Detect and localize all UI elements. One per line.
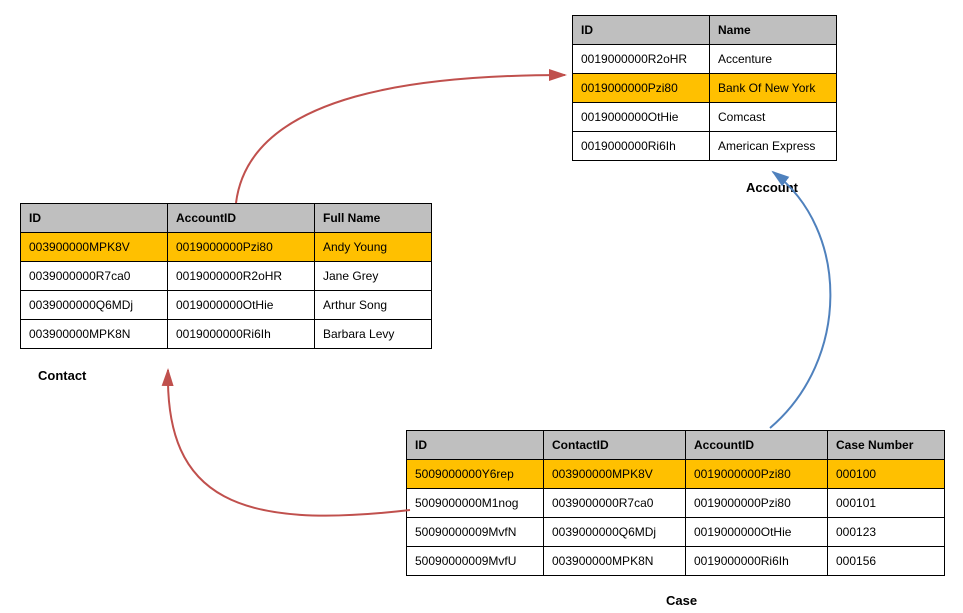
case-row: 5009000000Y6rep003900000MPK8V0019000000P… [407,460,945,489]
case-row: 50090000009MvfU003900000MPK8N0019000000R… [407,547,945,576]
account-row: 0019000000OtHieComcast [573,103,837,132]
contact-header-accountid: AccountID [168,204,315,233]
contact-row: 003900000MPK8N0019000000Ri6IhBarbara Lev… [21,320,432,349]
case-header-accountid: AccountID [686,431,828,460]
account-table: ID Name 0019000000R2oHRAccenture00190000… [572,15,837,161]
account-row: 0019000000R2oHRAccenture [573,45,837,74]
contact-cell: 0019000000Pzi80 [168,233,315,262]
case-cell: 0019000000Ri6Ih [686,547,828,576]
case-cell: 5009000000Y6rep [407,460,544,489]
case-cell: 0039000000R7ca0 [544,489,686,518]
case-row: 5009000000M1nog0039000000R7ca00019000000… [407,489,945,518]
case-table: ID ContactID AccountID Case Number 50090… [406,430,945,576]
account-row: 0019000000Ri6IhAmerican Express [573,132,837,161]
case-cell: 50090000009MvfN [407,518,544,547]
contact-header-id: ID [21,204,168,233]
case-cell: 000101 [828,489,945,518]
account-cell: American Express [710,132,837,161]
case-cell: 0019000000Pzi80 [686,460,828,489]
contact-cell: 0019000000Ri6Ih [168,320,315,349]
account-cell: 0019000000Pzi80 [573,74,710,103]
case-header-contactid: ContactID [544,431,686,460]
contact-cell: 0039000000R7ca0 [21,262,168,291]
case-cell: 0019000000OtHie [686,518,828,547]
case-cell: 000123 [828,518,945,547]
contact-cell: 003900000MPK8V [21,233,168,262]
case-label: Case [666,593,697,608]
contact-cell: 0019000000R2oHR [168,262,315,291]
account-row: 0019000000Pzi80Bank Of New York [573,74,837,103]
case-cell: 0039000000Q6MDj [544,518,686,547]
arrow-case-to-contact [168,370,410,516]
contact-row: 0039000000Q6MDj0019000000OtHieArthur Son… [21,291,432,320]
account-cell: Bank Of New York [710,74,837,103]
account-label: Account [746,180,798,195]
contact-header-fullname: Full Name [315,204,432,233]
contact-row: 0039000000R7ca00019000000R2oHRJane Grey [21,262,432,291]
case-row: 50090000009MvfN0039000000Q6MDj0019000000… [407,518,945,547]
contact-table: ID AccountID Full Name 003900000MPK8V001… [20,203,432,349]
account-cell: Comcast [710,103,837,132]
case-cell: 50090000009MvfU [407,547,544,576]
case-header-casenumber: Case Number [828,431,945,460]
contact-row: 003900000MPK8V0019000000Pzi80Andy Young [21,233,432,262]
contact-label: Contact [38,368,86,383]
account-cell: 0019000000Ri6Ih [573,132,710,161]
case-cell: 5009000000M1nog [407,489,544,518]
case-cell: 000156 [828,547,945,576]
account-header-name: Name [710,16,837,45]
case-header-id: ID [407,431,544,460]
arrow-case-to-account [770,172,830,428]
contact-cell: Jane Grey [315,262,432,291]
case-cell: 003900000MPK8V [544,460,686,489]
contact-cell: Barbara Levy [315,320,432,349]
account-header-id: ID [573,16,710,45]
case-cell: 003900000MPK8N [544,547,686,576]
arrow-contact-to-account [236,75,565,203]
account-cell: Accenture [710,45,837,74]
contact-cell: 0019000000OtHie [168,291,315,320]
case-cell: 0019000000Pzi80 [686,489,828,518]
contact-cell: Andy Young [315,233,432,262]
contact-cell: Arthur Song [315,291,432,320]
account-cell: 0019000000R2oHR [573,45,710,74]
account-cell: 0019000000OtHie [573,103,710,132]
contact-cell: 003900000MPK8N [21,320,168,349]
contact-cell: 0039000000Q6MDj [21,291,168,320]
case-cell: 000100 [828,460,945,489]
